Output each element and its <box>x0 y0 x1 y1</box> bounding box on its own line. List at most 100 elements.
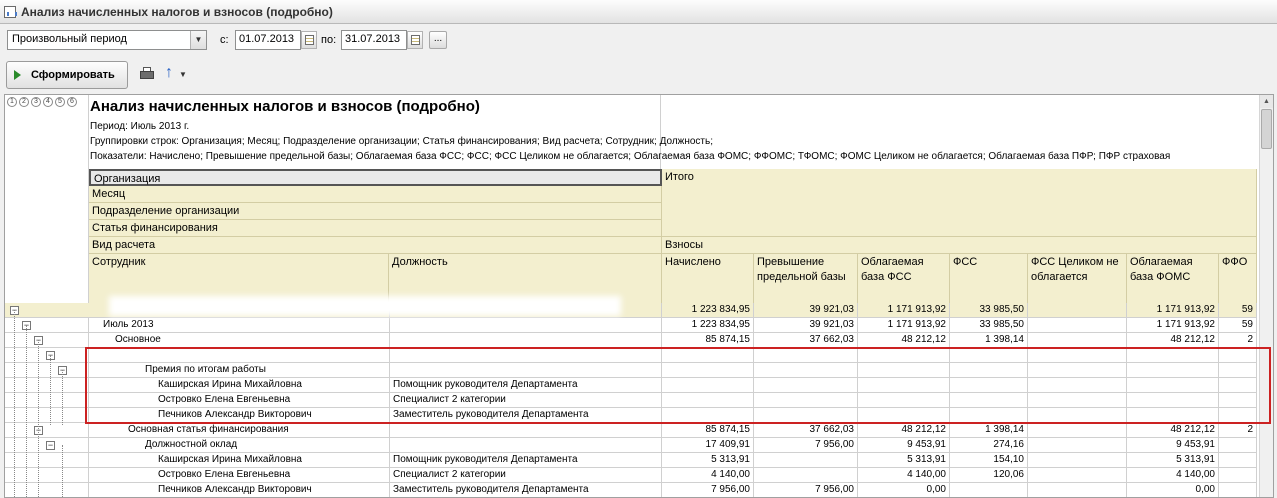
scroll-up-icon[interactable]: ▲ <box>1260 95 1273 108</box>
from-date-input[interactable]: 01.07.2013 <box>235 30 301 50</box>
report-area[interactable]: 1 2 3 4 5 6 Анализ начисленных налогов и… <box>4 94 1274 498</box>
dropdown-arrow-icon[interactable]: ▼ <box>190 31 206 49</box>
row-label: Каширская Ирина Михайловна <box>158 379 302 390</box>
cell-ffoms <box>1219 348 1257 363</box>
table-row[interactable]: Каширская Ирина Михайловна Помощник руков… <box>5 378 1257 393</box>
row-label <box>125 348 389 363</box>
header-employee: Сотрудник <box>89 254 389 304</box>
cell-excess: 37 662,03 <box>754 423 858 438</box>
row-position: Заместитель руководителя Департамента <box>389 408 662 423</box>
header-ffoms: ФФО <box>1219 254 1257 304</box>
cell-accrued: 1 223 834,95 <box>662 318 754 333</box>
cell-fss: 120,06 <box>950 468 1028 483</box>
table-row[interactable]: Основное 85 874,15 37 662,03 48 212,12 1 398… <box>5 333 1257 348</box>
cell-ffoms: 59 <box>1219 303 1257 318</box>
level-4-button[interactable]: 4 <box>43 97 53 107</box>
table-row[interactable]: Печников Александр Викторович Заместитель… <box>5 408 1257 423</box>
cell-excess <box>754 363 858 378</box>
table-row[interactable]: Основная статья финансирования 85 874,15 3… <box>5 423 1257 438</box>
cell-ffoms <box>1219 468 1257 483</box>
cell-excess: 39 921,03 <box>754 303 858 318</box>
table-row[interactable]: Премия по итогам работы − <box>5 363 1257 378</box>
tree-line <box>62 445 63 497</box>
cell-ffoms <box>1219 408 1257 423</box>
header-dept: Подразделение организации <box>89 203 662 220</box>
header-contrib: Взносы <box>662 237 1257 254</box>
to-calendar-icon[interactable] <box>407 31 423 49</box>
export-arrow-icon[interactable]: ↑ ▼ <box>165 64 187 84</box>
print-icon[interactable] <box>139 66 155 82</box>
cell-foms-base: 9 453,91 <box>1127 438 1219 453</box>
tree-line <box>50 355 51 425</box>
cell-fss <box>950 363 1028 378</box>
level-5-button[interactable]: 5 <box>55 97 65 107</box>
cell-fss-free <box>1028 393 1127 408</box>
row-position <box>389 438 662 453</box>
redacted-area <box>115 302 615 310</box>
cell-excess: 39 921,03 <box>754 318 858 333</box>
cell-excess: 7 956,00 <box>754 438 858 453</box>
cell-foms-base: 4 140,00 <box>1127 468 1219 483</box>
row-position: Специалист 2 категории <box>389 468 662 483</box>
table-row[interactable]: Каширская Ирина Михайловна Помощник руков… <box>5 453 1257 468</box>
table-row[interactable]: Печников Александр Викторович Заместитель… <box>5 483 1257 497</box>
table-row[interactable]: Должностной оклад 17 409,91 7 956,00 9 453,… <box>5 438 1257 453</box>
report-icon <box>4 5 17 18</box>
table-row[interactable]: − <box>5 348 1257 363</box>
header-fin: Статья финансирования <box>89 220 662 237</box>
cell-ffoms <box>1219 483 1257 497</box>
row-label: Должностной оклад <box>145 439 238 450</box>
row-position <box>389 348 662 363</box>
cell-fss-free <box>1028 333 1127 348</box>
row-position <box>389 363 662 378</box>
cell-fss: 154,10 <box>950 453 1028 468</box>
header-fss-free: ФСС Целиком не облагается <box>1028 254 1127 304</box>
row-label: Июль 2013 <box>103 319 154 330</box>
cell-foms-base: 1 171 913,92 <box>1127 303 1219 318</box>
level-1-button[interactable]: 1 <box>7 97 17 107</box>
row-label: Печников Александр Викторович <box>158 409 312 420</box>
cell-fss-free <box>1028 318 1127 333</box>
cell-foms-base: 1 171 913,92 <box>1127 318 1219 333</box>
cell-fss-base <box>858 378 950 393</box>
row-label: Островко Елена Евгеньевна <box>158 394 291 405</box>
cell-fss <box>950 483 1028 497</box>
tree-line <box>38 340 39 497</box>
toolbar: Сформировать ↑ ▼ <box>0 60 1277 90</box>
cell-fss-free <box>1028 378 1127 393</box>
level-2-button[interactable]: 2 <box>19 97 29 107</box>
from-label: с: <box>220 34 229 46</box>
cell-ffoms <box>1219 453 1257 468</box>
scroll-thumb[interactable] <box>1261 109 1272 149</box>
generate-button[interactable]: Сформировать <box>6 61 128 89</box>
cell-foms-base <box>1127 393 1219 408</box>
cell-ffoms: 59 <box>1219 318 1257 333</box>
row-label: Островко Елена Евгеньевна <box>158 469 291 480</box>
period-choose-button[interactable]: ... <box>429 31 447 49</box>
cell-fss-base: 48 212,12 <box>858 423 950 438</box>
cell-excess <box>754 453 858 468</box>
header-org[interactable]: Организация <box>89 169 662 186</box>
report-indicators: Показатели: Начислено; Превышение предел… <box>90 151 1171 162</box>
table-row[interactable]: Июль 2013 1 223 834,95 39 921,03 1 171 913,… <box>5 318 1257 333</box>
vertical-scrollbar[interactable]: ▲ <box>1259 95 1273 497</box>
level-3-button[interactable]: 3 <box>31 97 41 107</box>
table-row[interactable]: Островко Елена Евгеньевна Специалист 2 ка… <box>5 393 1257 408</box>
header-calc: Вид расчета <box>89 237 662 254</box>
from-calendar-icon[interactable] <box>301 31 317 49</box>
level-6-button[interactable]: 6 <box>67 97 77 107</box>
cell-fss-base: 5 313,91 <box>858 453 950 468</box>
cell-foms-base <box>1127 348 1219 363</box>
row-label: Основная статья финансирования <box>128 424 289 435</box>
table-row[interactable]: Островко Елена Евгеньевна Специалист 2 ка… <box>5 468 1257 483</box>
period-type-select[interactable]: Произвольный период ▼ <box>7 30 207 50</box>
cell-ffoms <box>1219 378 1257 393</box>
window-title: Анализ начисленных налогов и взносов (по… <box>21 4 333 19</box>
report-title: Анализ начисленных налогов и взносов (по… <box>90 98 480 115</box>
header-fss: ФСС <box>950 254 1028 304</box>
to-date-input[interactable]: 31.07.2013 <box>341 30 407 50</box>
cell-accrued <box>662 348 754 363</box>
collapse-icon[interactable]: − <box>46 441 55 450</box>
header-total: Итого <box>662 169 1257 237</box>
cell-fss-free <box>1028 453 1127 468</box>
